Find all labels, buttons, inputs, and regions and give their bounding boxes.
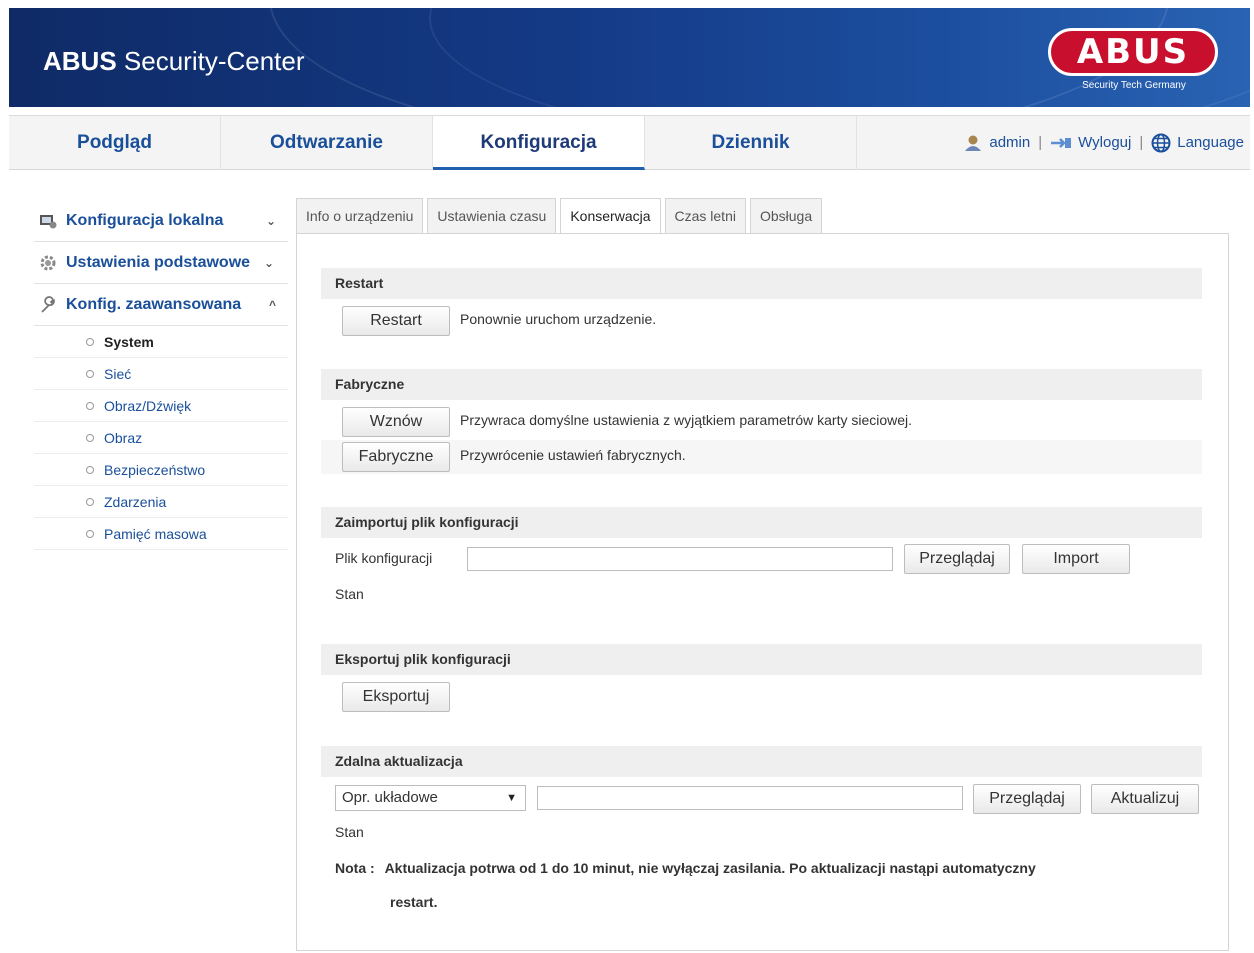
section-header-upgrade: Zdalna aktualizacja	[321, 746, 1202, 777]
chevron-up-icon: ^	[268, 297, 276, 312]
section-header-import: Zaimportuj plik konfiguracji	[321, 507, 1202, 538]
main-nav: Podgląd Odtwarzanie Konfiguracja Dzienni…	[9, 115, 1250, 170]
note-label: Nota :	[335, 860, 375, 876]
tab-dst[interactable]: Czas letni	[664, 198, 746, 234]
section-header-factory: Fabryczne	[321, 369, 1202, 400]
language-menu[interactable]: Language	[1151, 116, 1244, 170]
sidebar-item-label: Bezpieczeństwo	[104, 461, 206, 478]
wrench-icon	[38, 295, 58, 314]
brand-rest: Security-Center	[116, 46, 305, 76]
settings-tabs: Info o urządzeniu Ustawienia czasu Konse…	[296, 198, 826, 235]
sidebar-section-advanced[interactable]: Konfig. zaawansowana ^	[34, 284, 288, 326]
maintenance-panel: Restart Restart Ponownie uruchom urządze…	[296, 233, 1229, 951]
firmware-type-value: Opr. układowe	[342, 789, 438, 806]
export-button[interactable]: Eksportuj	[342, 682, 450, 712]
separator: |	[1139, 134, 1144, 151]
sidebar-section-local[interactable]: Konfiguracja lokalna ⌄	[34, 200, 288, 242]
section-header-restart: Restart	[321, 268, 1202, 299]
bullet-icon	[86, 497, 94, 506]
separator: |	[1038, 134, 1043, 151]
restart-description: Ponownie uruchom urządzenie.	[460, 311, 657, 327]
import-status-label: Stan	[335, 586, 364, 602]
app-title: ABUS Security-Center	[43, 46, 305, 77]
sidebar-item-label: Obraz	[104, 429, 143, 446]
user-area: admin | Wyloguj | Language	[963, 116, 1244, 170]
abus-logo: ABUS Security Tech Germany	[1048, 28, 1220, 98]
sidebar-section-label: Ustawienia podstawowe	[66, 253, 251, 271]
factory-reset-description: Przywrócenie ustawień fabrycznych.	[460, 447, 686, 463]
chevron-down-icon: ⌄	[263, 255, 274, 270]
nav-tab-dziennik[interactable]: Dziennik	[645, 116, 857, 170]
nav-tab-podglad[interactable]: Podgląd	[9, 116, 221, 170]
language-label: Language	[1177, 134, 1244, 151]
firmware-browse-button[interactable]: Przeglądaj	[973, 784, 1081, 814]
sidebar-item-label: Zdarzenia	[104, 493, 167, 510]
section-header-export: Eksportuj plik konfiguracji	[321, 644, 1202, 675]
sidebar-item-image[interactable]: Obraz	[34, 422, 288, 454]
sidebar-item-label: Pamięć masowa	[104, 525, 207, 542]
tab-device-info[interactable]: Info o urządzeniu	[296, 198, 424, 234]
sidebar: Konfiguracja lokalna ⌄ Ustawienia podsta…	[34, 200, 288, 550]
user-menu[interactable]: admin	[963, 116, 1030, 170]
import-browse-button[interactable]: Przeglądaj	[904, 544, 1010, 574]
bullet-icon	[86, 401, 94, 410]
bullet-icon	[86, 465, 94, 474]
restore-button[interactable]: Wznów	[342, 407, 450, 437]
sidebar-item-label: Sieć	[104, 365, 132, 382]
config-file-label: Plik konfiguracji	[335, 550, 433, 566]
sidebar-item-events[interactable]: Zdarzenia	[34, 486, 288, 518]
tab-service[interactable]: Obsługa	[749, 198, 823, 234]
restart-button[interactable]: Restart	[342, 306, 450, 336]
import-button[interactable]: Import	[1022, 544, 1130, 574]
logout-link[interactable]: Wyloguj	[1050, 116, 1131, 170]
sidebar-item-label: System	[104, 333, 154, 350]
dropdown-arrow-icon: ▼	[506, 792, 517, 804]
user-icon	[965, 135, 982, 151]
sidebar-item-system[interactable]: System	[34, 326, 288, 358]
update-button[interactable]: Aktualizuj	[1091, 784, 1199, 814]
sidebar-section-label: Konfiguracja lokalna	[66, 211, 224, 229]
sidebar-item-security[interactable]: Bezpieczeństwo	[34, 454, 288, 486]
local-config-icon	[38, 213, 58, 229]
nav-tab-konfiguracja[interactable]: Konfiguracja	[433, 116, 645, 170]
bullet-icon	[86, 337, 94, 346]
brand-bold: ABUS	[43, 46, 117, 76]
sidebar-item-network[interactable]: Sieć	[34, 358, 288, 390]
logo-tagline: Security Tech Germany	[1082, 80, 1186, 91]
tab-time-settings[interactable]: Ustawienia czasu	[427, 198, 557, 234]
factory-reset-button[interactable]: Fabryczne	[342, 442, 450, 472]
firmware-file-input[interactable]	[537, 786, 963, 810]
bullet-icon	[86, 529, 94, 538]
sidebar-item-video-audio[interactable]: Obraz/Dźwięk	[34, 390, 288, 422]
chevron-down-icon: ⌄	[265, 213, 276, 228]
row-background	[321, 440, 1202, 474]
sidebar-item-storage[interactable]: Pamięć masowa	[34, 518, 288, 550]
logout-icon	[1051, 138, 1072, 148]
bullet-icon	[86, 369, 94, 378]
upgrade-status-label: Stan	[335, 824, 364, 840]
upgrade-note-continued: restart.	[390, 894, 438, 910]
sidebar-section-basic[interactable]: Ustawienia podstawowe ⌄	[34, 242, 288, 284]
upgrade-note: Nota : Aktualizacja potrwa od 1 do 10 mi…	[335, 860, 1036, 876]
config-file-input[interactable]	[467, 547, 893, 571]
header-banner: ABUS Security-Center ABUS Security Tech …	[9, 8, 1250, 107]
firmware-type-select[interactable]: Opr. układowe ▼	[335, 785, 526, 811]
gear-icon	[38, 254, 58, 272]
nav-tab-odtwarzanie[interactable]: Odtwarzanie	[221, 116, 433, 170]
restore-description: Przywraca domyślne ustawienia z wyjątkie…	[460, 412, 913, 428]
tab-maintenance[interactable]: Konserwacja	[560, 198, 661, 235]
sidebar-section-label: Konfig. zaawansowana	[66, 295, 242, 313]
sidebar-item-label: Obraz/Dźwięk	[104, 397, 192, 414]
globe-icon	[1151, 133, 1171, 153]
logout-label: Wyloguj	[1078, 134, 1132, 151]
note-text: Aktualizacja potrwa od 1 do 10 minut, ni…	[384, 860, 1036, 876]
bullet-icon	[86, 433, 94, 442]
user-name: admin	[989, 134, 1031, 151]
logo-mark: ABUS	[1048, 28, 1218, 76]
